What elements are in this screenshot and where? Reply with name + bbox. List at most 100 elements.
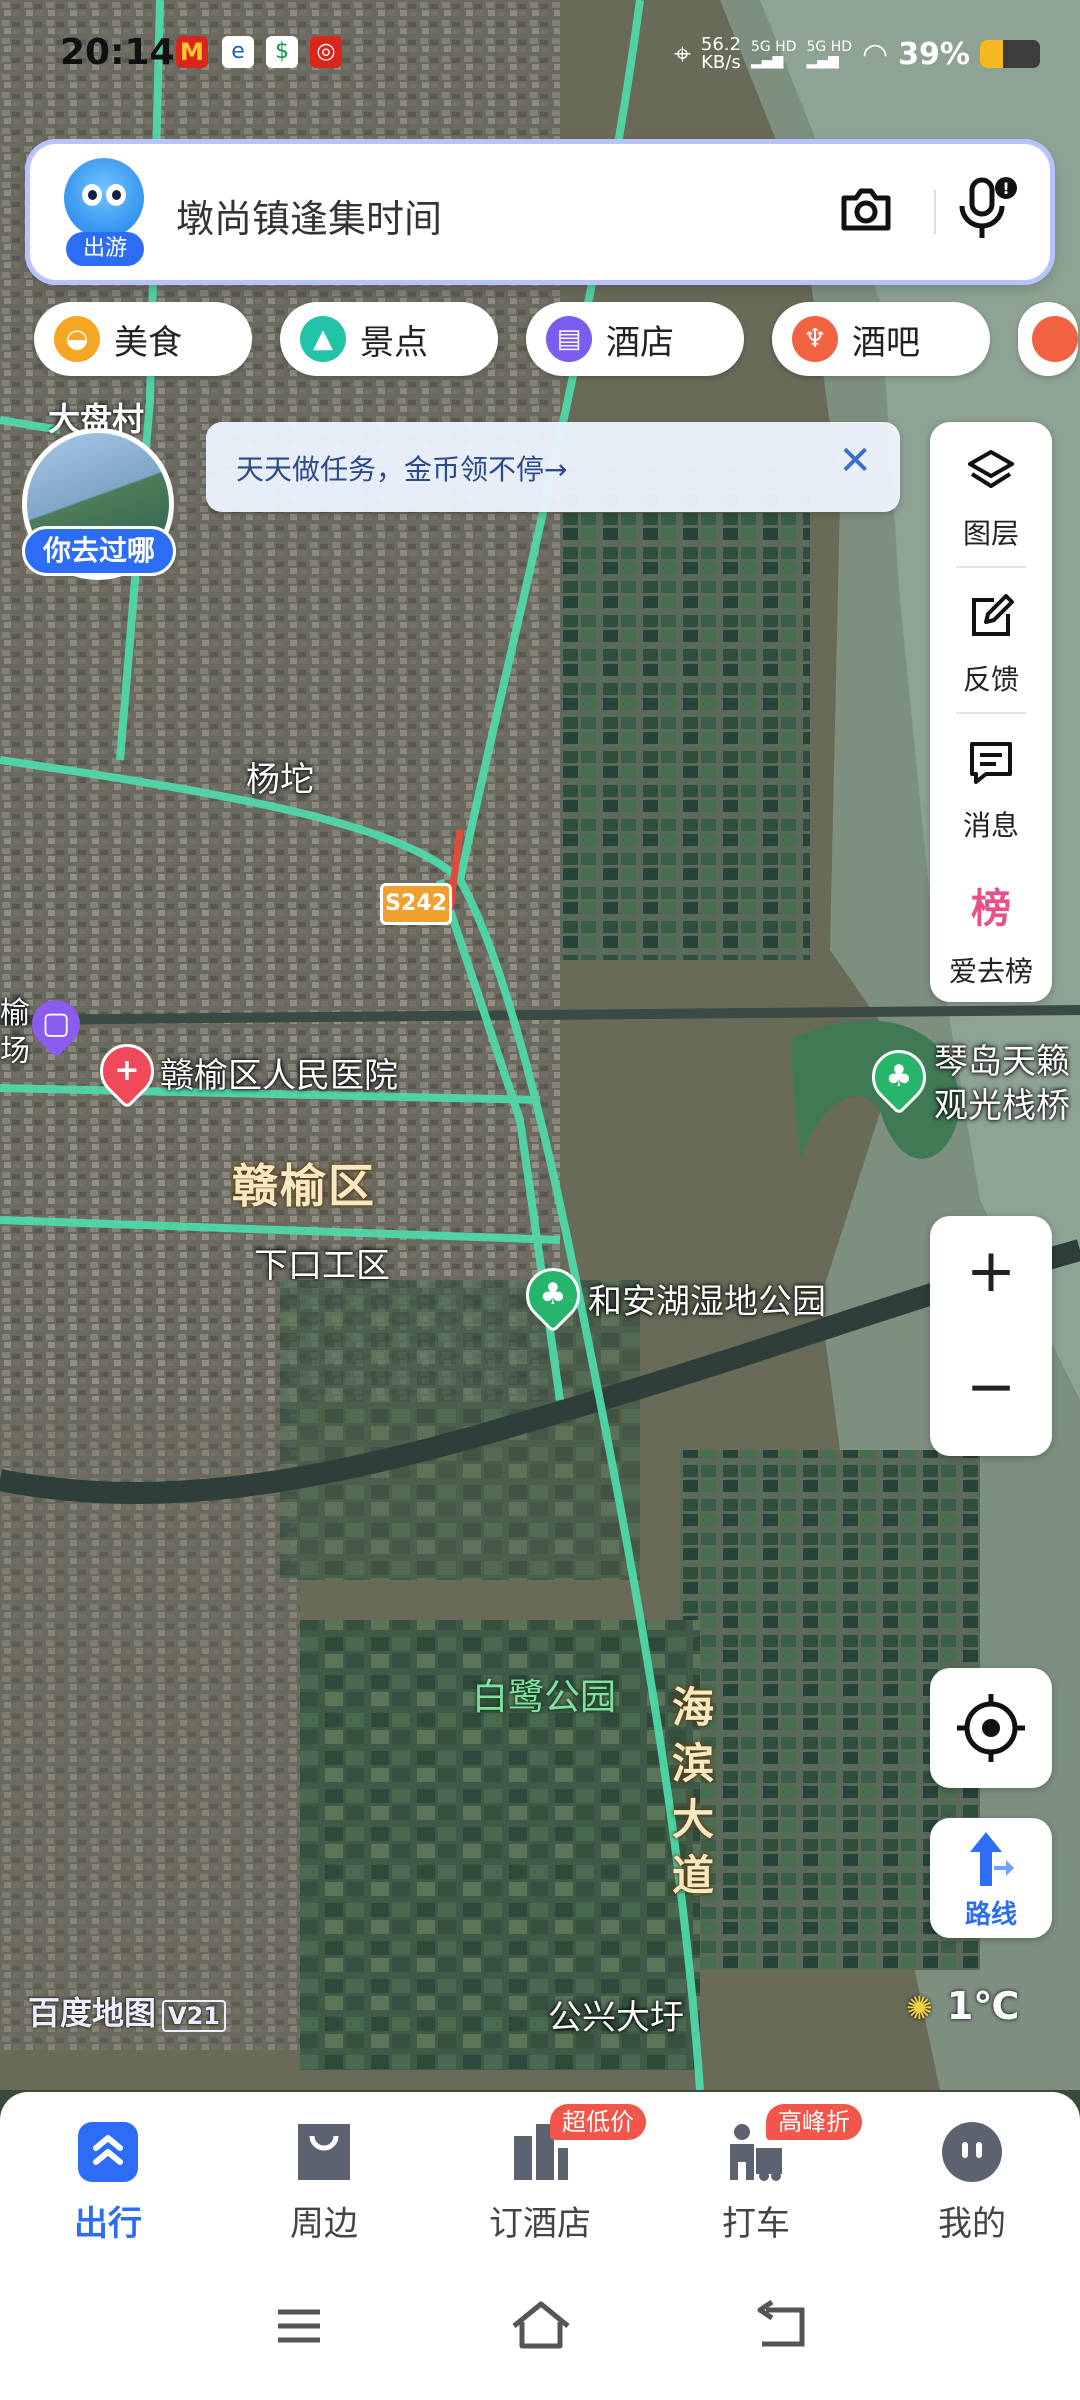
- banner-text[interactable]: 天天做任务，金币领不停→: [236, 448, 567, 488]
- crosshair-icon: [957, 1694, 1025, 1762]
- ranking-label: 爱去榜: [948, 955, 1033, 988]
- china-telecom-icon: e: [222, 36, 254, 68]
- chip-hotel[interactable]: ▤ 酒店: [526, 302, 744, 376]
- net-speed: 56.2 KB/s: [701, 36, 741, 72]
- map-label-hospital[interactable]: 赣榆区人民医院: [160, 1048, 398, 1097]
- home-icon[interactable]: [506, 2296, 576, 2356]
- weather-widget[interactable]: ✺ 1℃: [906, 1984, 1019, 2028]
- shopping-bag-icon: [298, 2124, 350, 2180]
- map-label-qindao-1[interactable]: 琴岛天籁: [934, 1034, 1070, 1083]
- food-icon: ◒: [54, 316, 100, 362]
- map-label-industrial[interactable]: 下口工区: [254, 1238, 390, 1287]
- layers-icon: [968, 450, 1014, 488]
- taxi-badge: 高峰折: [766, 2104, 862, 2140]
- microphone-icon[interactable]: !: [954, 174, 1020, 244]
- chip-label: 美食: [114, 322, 182, 363]
- map-tools-panel: 图层 反馈 消息 榜 爱去榜: [930, 422, 1052, 1002]
- route-arrow-icon: [970, 1832, 1014, 1886]
- feedback-button[interactable]: 反馈: [930, 568, 1052, 708]
- camera-icon[interactable]: [836, 180, 896, 240]
- messages-button[interactable]: 消息: [930, 714, 1052, 854]
- tab-label: 出行: [74, 2204, 142, 2244]
- brand-name: 百度地图: [28, 1994, 157, 2032]
- map-label-yangtuo[interactable]: 杨坨: [246, 752, 314, 801]
- map-label-gongxing[interactable]: 公兴大圩: [548, 1990, 684, 2039]
- brand-version: V21: [162, 2000, 226, 2032]
- category-chips: ◒ 美食 ▲ 景点 ▤ 酒店 ♆ 酒吧: [34, 302, 1078, 378]
- menu-icon[interactable]: [264, 2296, 334, 2356]
- chip-bar[interactable]: ♆ 酒吧: [772, 302, 990, 376]
- chip-scenery[interactable]: ▲ 景点: [280, 302, 498, 376]
- road-shield-s242: S242: [380, 883, 452, 925]
- bottom-tab-bar: 出行 周边 超低价 订酒店 高峰折 打车 我的: [0, 2092, 1080, 2256]
- svg-text:!: !: [1002, 179, 1009, 198]
- battery-percent: 39%: [898, 36, 970, 72]
- coastal-road-char: 道: [671, 1851, 714, 1900]
- status-time: 20:14: [60, 32, 175, 73]
- map-label-cut-2[interactable]: 场: [0, 1026, 30, 1070]
- bar-icon: ♆: [792, 316, 838, 362]
- chip-label: 景点: [360, 322, 428, 363]
- zoom-in-button[interactable]: +: [930, 1236, 1052, 1306]
- zoom-out-button[interactable]: −: [930, 1352, 1052, 1422]
- layers-button[interactable]: 图层: [930, 422, 1052, 562]
- chip-food[interactable]: ◒ 美食: [34, 302, 252, 376]
- locate-button[interactable]: [930, 1668, 1052, 1788]
- search-input[interactable]: 墩尚镇逢集时间: [176, 188, 442, 243]
- travel-icon: [78, 2122, 138, 2182]
- map-label-egret-park[interactable]: 白鹭公园: [472, 1668, 616, 1720]
- route-label: 路线: [964, 1900, 1017, 1930]
- chip-label: 酒吧: [852, 322, 920, 363]
- search-box[interactable]: 出游 墩尚镇逢集时间 !: [30, 144, 1050, 280]
- tab-nearby[interactable]: 周边: [216, 2092, 432, 2256]
- route-button[interactable]: 路线: [930, 1818, 1052, 1938]
- back-icon[interactable]: [746, 2296, 816, 2356]
- map-label-qindao-2[interactable]: 观光栈桥: [934, 1078, 1070, 1127]
- close-icon[interactable]: ✕: [838, 438, 872, 484]
- map-brand: 百度地图 V21: [28, 1988, 226, 2034]
- where-been-button[interactable]: 你去过哪: [22, 526, 176, 576]
- district-label: 赣榆区: [232, 1159, 376, 1213]
- location-icon: ⌖: [674, 36, 691, 72]
- coastal-road-char: 滨: [671, 1739, 714, 1788]
- tab-hotel[interactable]: 超低价 订酒店: [432, 2092, 648, 2256]
- zoom-control: + −: [930, 1216, 1052, 1456]
- ranking-icon: 榜: [971, 886, 1011, 932]
- chip-label: 酒店: [606, 322, 674, 363]
- coastal-road-char: 大: [671, 1795, 714, 1844]
- target-icon: ◎: [310, 36, 342, 68]
- messages-label: 消息: [962, 809, 1019, 842]
- chip-more[interactable]: [1018, 302, 1078, 376]
- bank-icon: $: [266, 36, 298, 68]
- status-bar: 20:14 M e $ ◎ ⌖ 56.2 KB/s 5G HD ▂▄▆ 5G HD…: [0, 0, 1080, 110]
- battery-fill: [980, 40, 1004, 68]
- message-icon: [970, 742, 1012, 784]
- ranking-button[interactable]: 榜 爱去榜: [930, 860, 1052, 1000]
- temperature: 1℃: [946, 1984, 1020, 2028]
- feedback-label: 反馈: [962, 663, 1019, 696]
- hotel-badge: 超低价: [550, 2104, 646, 2140]
- signal-1-label: 5G HD: [750, 39, 797, 55]
- map-label-wetland[interactable]: 和安湖湿地公园: [588, 1274, 826, 1323]
- scenery-icon: ▲: [300, 316, 346, 362]
- shopping-pin-icon[interactable]: ▢: [22, 990, 90, 1058]
- mascot-tag[interactable]: 出游: [66, 232, 144, 266]
- tab-profile[interactable]: 我的: [864, 2092, 1080, 2256]
- net-speed-unit: KB/s: [701, 52, 741, 73]
- search-divider: [934, 190, 936, 234]
- mascot-icon[interactable]: [64, 158, 144, 238]
- tab-taxi[interactable]: 高峰折 打车: [648, 2092, 864, 2256]
- tab-label: 我的: [938, 2204, 1006, 2244]
- wifi-icon: ◠: [862, 36, 889, 72]
- system-nav-bar: [0, 2256, 1080, 2400]
- layers-label: 图层: [962, 517, 1019, 550]
- tab-label: 打车: [722, 2204, 790, 2244]
- hotel-icon: ▤: [546, 316, 592, 362]
- coastal-road-label: 海 滨 大 道: [668, 1680, 718, 1904]
- status-right: ⌖ 56.2 KB/s 5G HD ▂▄▆ 5G HD ▂▄▆ ◠ 39%: [674, 36, 1040, 72]
- tab-travel[interactable]: 出行: [0, 2092, 216, 2256]
- task-banner[interactable]: 天天做任务，金币领不停→ ✕: [206, 422, 900, 512]
- coastal-road-char: 海: [671, 1683, 714, 1732]
- profile-icon: [942, 2122, 1002, 2182]
- signal-1-icon: 5G HD ▂▄▆: [750, 39, 797, 69]
